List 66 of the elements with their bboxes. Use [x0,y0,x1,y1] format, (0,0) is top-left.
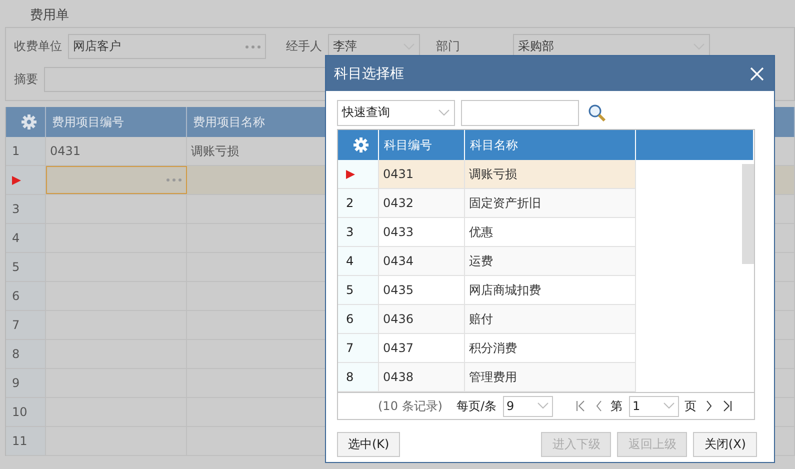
row-number: 7 [6,311,46,339]
table-row[interactable]: 0431 调账亏损 [338,160,636,189]
table-cell: 0436 [379,305,465,333]
chevron-down-icon [662,402,674,410]
record-count: (10 条记录) [378,398,442,414]
filter-dropdown[interactable]: 快速查询 [337,100,455,126]
page-label: 第 [610,398,622,414]
settings-icon[interactable] [352,137,368,153]
table-cell: 0431 [46,137,187,165]
more-icon[interactable] [245,44,261,48]
row-number: 3 [338,218,379,246]
row-number: 9 [6,369,46,397]
dialog-button[interactable]: 选中(K) [337,432,400,457]
form-field[interactable]: 网店客户 [68,34,266,59]
edit-field[interactable] [46,166,187,194]
row-number: 3 [6,195,46,223]
table-cell: 赔付 [465,305,636,333]
dialog-title: 科目选择框 [334,64,404,82]
row-number: 4 [6,224,46,252]
table-row[interactable]: 6 0436 赔付 [338,305,636,334]
current-row-icon [12,176,21,184]
row-number: 5 [338,276,379,304]
field-label: 收费单位 [14,38,62,55]
table-cell: 0431 [379,160,465,188]
row-number: 8 [338,363,379,391]
field-label: 经手人 [286,38,322,55]
table-cell: 0438 [379,363,465,391]
search-icon[interactable] [588,104,606,122]
table-row[interactable]: 2 0432 固定资产折旧 [338,189,636,218]
current-row-icon [346,170,355,178]
table-cell: 0432 [379,189,465,217]
row-number: 1 [6,137,46,165]
row-number: 5 [6,253,46,281]
table-row[interactable]: 5 0435 网店商城扣费 [338,276,636,305]
table-cell: 0434 [379,247,465,275]
table-row[interactable]: 8 0438 管理费用 [338,363,636,392]
table-cell: 调账亏损 [465,160,636,188]
row-number: 11 [6,427,46,455]
page-title: 费用单 [29,7,70,25]
first-page-button[interactable] [574,399,586,413]
field-label: 部门 [436,38,460,55]
last-page-button[interactable] [720,399,732,413]
table-cell: 管理费用 [465,363,636,391]
row-number: 7 [338,334,379,362]
table-row[interactable]: 3 0433 优惠 [338,218,636,247]
row-number: 8 [6,340,46,368]
chevron-down-icon [438,108,450,116]
table-cell: 固定资产折旧 [465,189,636,217]
search-field[interactable] [461,100,579,126]
page-dropdown[interactable]: 1 [628,396,678,416]
row-number: 6 [338,305,379,333]
page-size-label: 每页/条 [456,398,496,414]
dialog-button[interactable]: 关闭(X) [693,432,757,457]
close-button[interactable] [748,64,766,82]
page-size-dropdown[interactable]: 9 [502,396,552,416]
page-label: 页 [684,398,696,414]
row-number: 4 [338,247,379,275]
table-row[interactable]: 7 0437 积分消费 [338,334,636,363]
chevron-down-icon [536,402,548,410]
settings-icon[interactable] [20,114,36,130]
row-number: 10 [6,398,46,426]
row-number: 2 [338,189,379,217]
table-row[interactable]: 4 0434 运费 [338,247,636,276]
row-number: 6 [6,282,46,310]
table-cell: 运费 [465,247,636,275]
field-label: 摘要 [14,71,38,88]
